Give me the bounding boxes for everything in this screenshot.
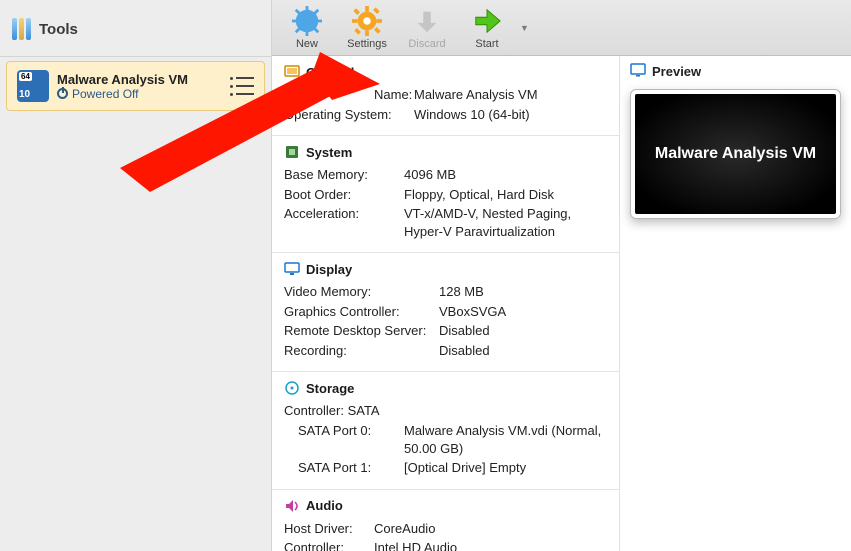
audio-ctrl-label: Controller: (284, 539, 374, 551)
preview-thumbnail-text: Malware Analysis VM (635, 94, 836, 214)
display-rec-value: Disabled (439, 342, 607, 360)
discard-icon (412, 6, 442, 36)
section-display[interactable]: Display (284, 261, 607, 277)
audio-hostdrv-value: CoreAudio (374, 520, 607, 538)
audio-icon (284, 498, 300, 514)
display-icon (284, 261, 300, 277)
preview-thumbnail[interactable]: Malware Analysis VM (630, 89, 841, 219)
storage-port0-value: Malware Analysis VM.vdi (Normal, 50.00 G… (404, 422, 607, 457)
system-accel-label: Acceleration: (284, 205, 404, 240)
discard-label: Discard (408, 38, 445, 50)
preview-icon (630, 62, 646, 81)
toolbar: New Settings Discard Start ▼ (272, 0, 851, 56)
storage-icon (284, 380, 300, 396)
settings-label: Settings (347, 38, 387, 50)
details-panel: General Name:Malware Analysis VM Operati… (272, 56, 619, 551)
settings-icon (352, 6, 382, 36)
general-name-label: Name: (284, 86, 414, 104)
section-audio[interactable]: Audio (284, 498, 607, 514)
display-vidmem-label: Video Memory: (284, 283, 439, 301)
display-rec-label: Recording: (284, 342, 439, 360)
general-os-value: Windows 10 (64-bit) (414, 106, 607, 124)
vm-list-item[interactable]: 10 Malware Analysis VM Powered Off (6, 61, 265, 111)
start-icon (472, 6, 502, 36)
system-boot-value: Floppy, Optical, Hard Disk (404, 186, 607, 204)
vm-status: Powered Off (57, 87, 188, 101)
section-system[interactable]: System (284, 144, 607, 160)
new-icon (292, 6, 322, 36)
system-basemem-label: Base Memory: (284, 166, 404, 184)
start-label: Start (475, 38, 498, 50)
storage-port1-value: [Optical Drive] Empty (404, 459, 607, 477)
display-rdp-label: Remote Desktop Server: (284, 322, 439, 340)
display-rdp-value: Disabled (439, 322, 607, 340)
system-basemem-value: 4096 MB (404, 166, 607, 184)
start-button[interactable]: Start (466, 6, 508, 50)
new-label: New (296, 38, 318, 50)
general-icon (284, 64, 300, 80)
storage-controller-label: Controller: SATA (284, 402, 404, 420)
section-preview[interactable]: Preview (630, 62, 841, 81)
display-gctrl-value: VBoxSVGA (439, 303, 607, 321)
system-accel-value: VT-x/AMD-V, Nested Paging, Hyper-V Parav… (404, 205, 604, 240)
settings-button[interactable]: Settings (346, 6, 388, 50)
tools-header[interactable]: Tools (0, 0, 271, 57)
start-dropdown-arrow[interactable]: ▼ (520, 23, 529, 33)
display-gctrl-label: Graphics Controller: (284, 303, 439, 321)
system-icon (284, 144, 300, 160)
vm-name: Malware Analysis VM (57, 72, 188, 87)
storage-port0-label: SATA Port 0: (284, 422, 404, 457)
display-vidmem-value: 128 MB (439, 283, 607, 301)
audio-ctrl-value: Intel HD Audio (374, 539, 607, 551)
discard-button: Discard (406, 6, 448, 50)
section-storage[interactable]: Storage (284, 380, 607, 396)
system-boot-label: Boot Order: (284, 186, 404, 204)
new-button[interactable]: New (286, 6, 328, 50)
power-icon (57, 88, 68, 99)
tools-label: Tools (39, 21, 78, 38)
vm-item-menu-button[interactable] (234, 77, 256, 95)
preview-panel: Preview Malware Analysis VM (619, 56, 851, 551)
tools-icon (12, 18, 31, 40)
general-name-value: Malware Analysis VM (414, 86, 607, 104)
storage-port1-label: SATA Port 1: (284, 459, 404, 477)
audio-hostdrv-label: Host Driver: (284, 520, 374, 538)
general-os-label: Operating System: (284, 106, 414, 124)
section-general[interactable]: General (284, 64, 607, 80)
vm-os-icon: 10 (17, 70, 49, 102)
